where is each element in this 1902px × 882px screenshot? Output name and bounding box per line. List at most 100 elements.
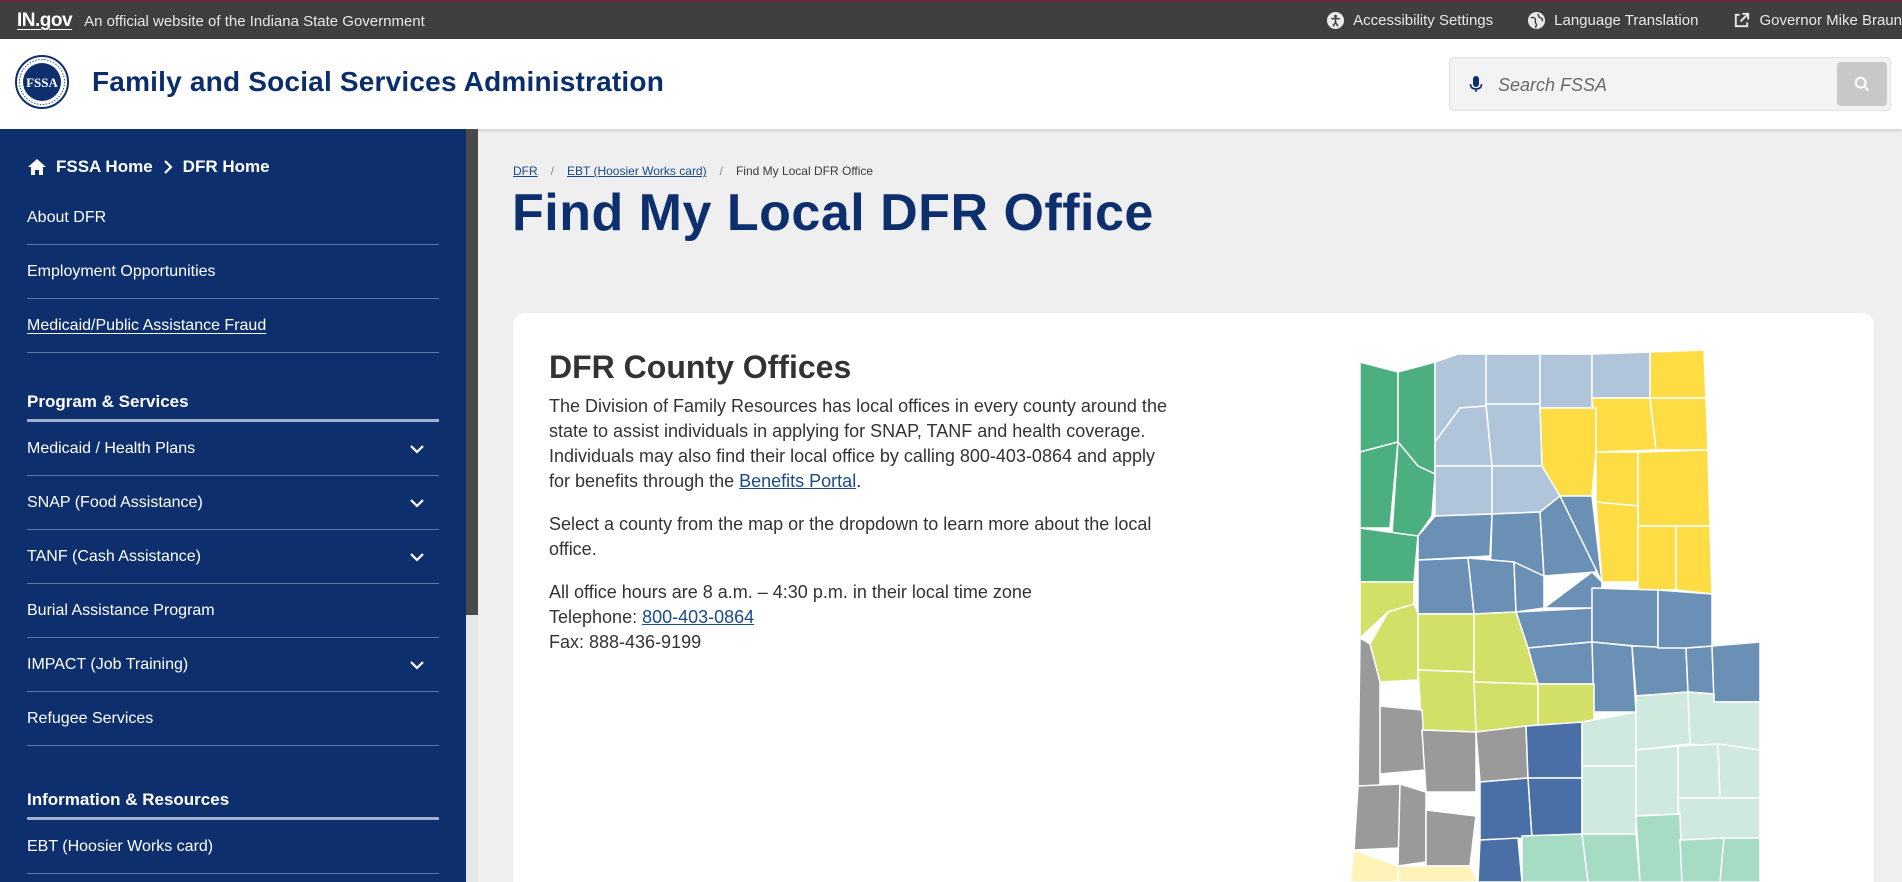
telephone-label: Telephone:	[549, 607, 643, 627]
select-county-paragraph: Select a county from the map or the drop…	[549, 514, 1152, 559]
county-region-gray[interactable]	[1425, 809, 1477, 867]
county-region-steel[interactable]	[1417, 557, 1475, 615]
county-region-seafoam[interactable]	[1719, 837, 1761, 882]
sidebar-item-burial[interactable]: Burial Assistance Program	[27, 584, 439, 638]
home-icon[interactable]	[27, 158, 47, 176]
scrollbar-thumb[interactable]	[466, 129, 478, 615]
breadcrumb-link-ebt[interactable]: EBT (Hoosier Works card)	[567, 164, 707, 178]
county-region-lightblue[interactable]	[1539, 353, 1593, 409]
county-region-steel[interactable]	[1631, 645, 1689, 697]
county-region-darkblue[interactable]	[1479, 777, 1533, 841]
ingov-logo[interactable]: IN.gov	[17, 10, 73, 32]
telephone-link[interactable]: 800-403-0864	[642, 607, 754, 627]
indiana-county-map[interactable]	[1340, 346, 1780, 882]
county-region-seafoam[interactable]	[1635, 813, 1683, 882]
county-region-lime[interactable]	[1417, 613, 1475, 673]
county-region-lime[interactable]	[1473, 681, 1539, 733]
county-region-yellow[interactable]	[1637, 525, 1677, 591]
search-input[interactable]	[1498, 68, 1828, 102]
sidebar-item-label: About DFR	[27, 208, 107, 226]
sidebar-item-medicaid[interactable]: Medicaid / Health Plans	[27, 422, 439, 476]
county-region-gray[interactable]	[1397, 782, 1427, 867]
county-region-cream[interactable]	[1349, 848, 1399, 882]
county-region-steel[interactable]	[1591, 641, 1637, 713]
county-region-seafoam[interactable]	[1521, 833, 1589, 882]
county-region-yellow[interactable]	[1595, 501, 1639, 583]
county-region-yellow[interactable]	[1675, 525, 1713, 595]
governor-link[interactable]: Governor Mike Braun	[1732, 11, 1902, 30]
county-region-lightblue[interactable]	[1485, 403, 1543, 467]
sidebar-item-about-dfr[interactable]: About DFR	[27, 191, 439, 245]
fssa-seal-logo[interactable]: FSSA	[15, 55, 69, 109]
county-region-gray[interactable]	[1421, 729, 1477, 793]
microphone-icon[interactable]	[1466, 74, 1486, 94]
county-region-steel[interactable]	[1685, 645, 1715, 695]
sidebar-item-impact[interactable]: IMPACT (Job Training)	[27, 638, 439, 692]
benefits-portal-link[interactable]: Benefits Portal	[739, 471, 856, 491]
county-region-mint[interactable]	[1677, 743, 1721, 799]
sidebar-item-tanf[interactable]: TANF (Cash Assistance)	[27, 530, 439, 584]
county-region-seafoam[interactable]	[1581, 833, 1641, 882]
county-region-steel[interactable]	[1514, 607, 1593, 649]
intro-text-end: .	[856, 471, 862, 491]
card-title: DFR County Offices	[549, 349, 852, 385]
language-translation-link[interactable]: Language Translation	[1527, 11, 1698, 30]
county-region-cream[interactable]	[1397, 865, 1479, 882]
site-header: FSSA Family and Social Services Administ…	[0, 39, 1902, 129]
county-region-yellow[interactable]	[1649, 397, 1709, 451]
sidebar-item-ebt[interactable]: EBT (Hoosier Works card)	[27, 820, 439, 874]
sidebar-item-label: Burial Assistance Program	[27, 601, 215, 619]
county-region-steel[interactable]	[1591, 587, 1659, 649]
county-region-gray[interactable]	[1353, 783, 1401, 851]
chevron-down-icon[interactable]	[409, 549, 425, 565]
county-region-green[interactable]	[1359, 527, 1419, 583]
county-region-lightblue[interactable]	[1485, 353, 1541, 405]
county-region-seafoam[interactable]	[1679, 837, 1725, 882]
search-button[interactable]	[1837, 62, 1887, 106]
county-region-darkblue[interactable]	[1525, 721, 1583, 779]
site-title[interactable]: Family and Social Services Administratio…	[92, 66, 664, 98]
county-region-yellow[interactable]	[1591, 397, 1657, 453]
ingov-brand: IN.gov An official website of the Indian…	[17, 10, 425, 32]
county-region-mint[interactable]	[1581, 711, 1637, 767]
chevron-down-icon[interactable]	[409, 657, 425, 673]
county-region-steel[interactable]	[1467, 557, 1517, 615]
accessibility-settings-link[interactable]: Accessibility Settings	[1326, 11, 1493, 30]
breadcrumb-link-dfr[interactable]: DFR	[513, 164, 538, 178]
sidebar-item-label: Refugee Services	[27, 709, 154, 727]
chevron-down-icon[interactable]	[409, 441, 425, 457]
county-region-lightblue[interactable]	[1591, 351, 1651, 399]
breadcrumb: DFR / EBT (Hoosier Works card) / Find My…	[513, 164, 873, 178]
accessibility-icon	[1327, 11, 1345, 30]
sidebar-item-refugee[interactable]: Refugee Services	[27, 692, 439, 746]
sidebar-item-label: SNAP (Food Assistance)	[27, 493, 203, 511]
county-region-lightblue[interactable]	[1434, 465, 1493, 517]
chevron-down-icon[interactable]	[409, 495, 425, 511]
contact-block: All office hours are 8 a.m. – 4:30 p.m. …	[549, 580, 1169, 655]
county-region-mint[interactable]	[1677, 797, 1761, 841]
county-region-steel[interactable]	[1527, 641, 1595, 685]
county-region-steel[interactable]	[1711, 641, 1761, 703]
fssa-home-link[interactable]: FSSA Home	[56, 157, 153, 177]
dfr-home-link[interactable]: DFR Home	[183, 157, 270, 177]
sidebar-item-fraud[interactable]: Medicaid/Public Assistance Fraud	[27, 299, 439, 353]
county-region-darkblue[interactable]	[1477, 837, 1523, 882]
county-region-mint[interactable]	[1717, 743, 1761, 799]
county-region-steel[interactable]	[1657, 589, 1713, 649]
county-region-yellow[interactable]	[1595, 451, 1639, 507]
county-region-yellow[interactable]	[1649, 349, 1707, 399]
county-region-mint[interactable]	[1635, 691, 1691, 751]
county-region-gray[interactable]	[1475, 725, 1529, 783]
county-region-mint[interactable]	[1581, 765, 1637, 835]
county-region-mint[interactable]	[1635, 745, 1679, 817]
county-region-gray[interactable]	[1379, 705, 1427, 775]
sidebar-scrollbar[interactable]	[466, 129, 478, 882]
county-region-green[interactable]	[1359, 441, 1399, 529]
county-region-darkblue[interactable]	[1527, 777, 1583, 839]
county-region-lime[interactable]	[1417, 669, 1477, 733]
sidebar-item-employment[interactable]: Employment Opportunities	[27, 245, 439, 299]
county-region-green[interactable]	[1359, 361, 1399, 453]
county-region-yellow[interactable]	[1637, 449, 1711, 527]
sidebar-breadcrumb: FSSA Home DFR Home	[27, 157, 270, 177]
sidebar-item-snap[interactable]: SNAP (Food Assistance)	[27, 476, 439, 530]
